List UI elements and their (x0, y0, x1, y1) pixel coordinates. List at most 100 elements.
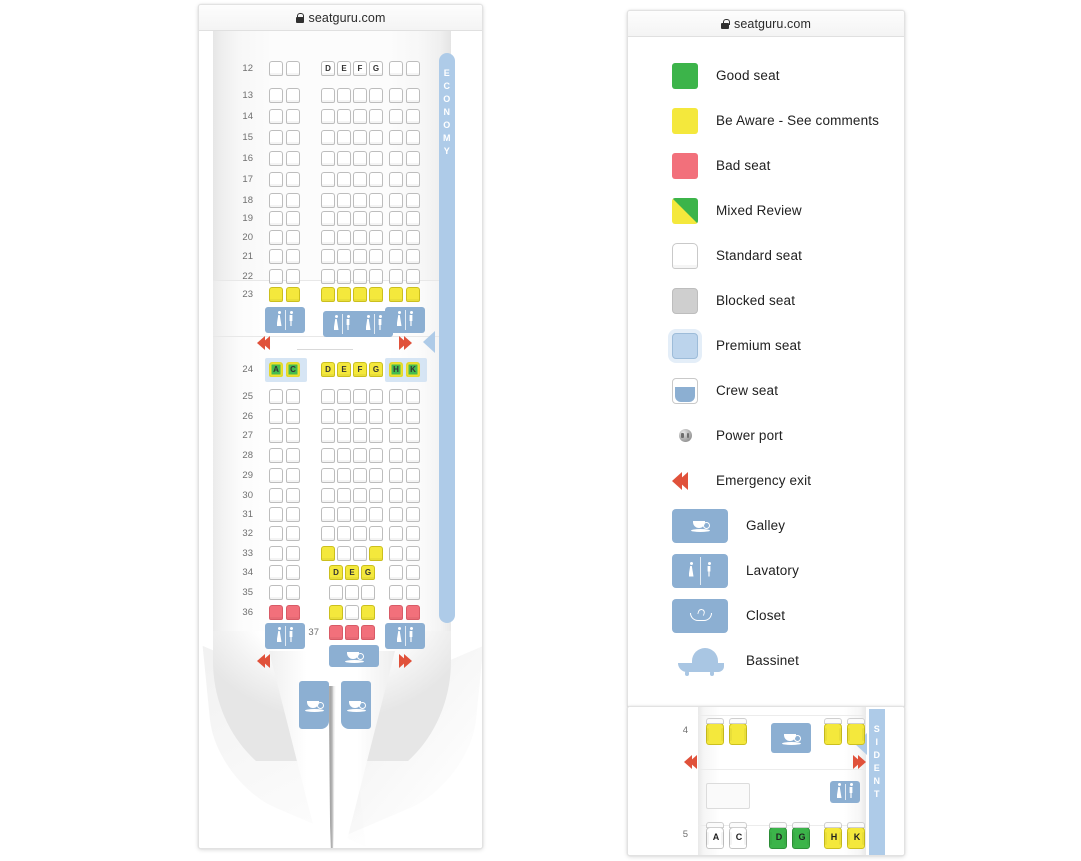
seat-24-center-1[interactable]: E (337, 362, 351, 377)
seat-35-H[interactable] (389, 585, 403, 600)
seat-22-center-0[interactable] (321, 269, 335, 284)
seat-37-0[interactable] (329, 625, 343, 640)
seat-28-center-1[interactable] (337, 448, 351, 463)
seat-24-A[interactable]: A (269, 362, 283, 377)
seat-37-2[interactable] (361, 625, 375, 640)
seat-27-center-0[interactable] (321, 428, 335, 443)
seat-29-A[interactable] (269, 468, 283, 483)
minimap-seat-4K[interactable] (847, 718, 865, 745)
minimap-canvas[interactable]: SIDENT 45ACDGHK (628, 707, 904, 855)
seat-28-center-2[interactable] (353, 448, 367, 463)
seat-18-center-2[interactable] (353, 193, 367, 208)
seat-12-C[interactable] (286, 61, 300, 76)
seat-25-center-1[interactable] (337, 389, 351, 404)
seat-12-K[interactable] (406, 61, 420, 76)
seat-12-H[interactable] (389, 61, 403, 76)
seat-25-K[interactable] (406, 389, 420, 404)
seat-27-H[interactable] (389, 428, 403, 443)
seat-19-center-0[interactable] (321, 211, 335, 226)
seat-32-center-1[interactable] (337, 526, 351, 541)
seat-12-center-2[interactable]: F (353, 61, 367, 76)
seat-26-K[interactable] (406, 409, 420, 424)
seat-26-center-2[interactable] (353, 409, 367, 424)
seat-17-K[interactable] (406, 172, 420, 187)
seat-32-C[interactable] (286, 526, 300, 541)
seat-30-center-0[interactable] (321, 488, 335, 503)
seat-15-center-2[interactable] (353, 130, 367, 145)
seat-22-H[interactable] (389, 269, 403, 284)
seat-17-center-3[interactable] (369, 172, 383, 187)
seat-26-A[interactable] (269, 409, 283, 424)
address-bar[interactable]: seatguru.com (628, 11, 904, 37)
seat-34-C[interactable] (286, 565, 300, 580)
seat-32-center-2[interactable] (353, 526, 367, 541)
seat-19-A[interactable] (269, 211, 283, 226)
seat-14-center-3[interactable] (369, 109, 383, 124)
seat-36-center-1[interactable] (345, 605, 359, 620)
seat-21-C[interactable] (286, 249, 300, 264)
address-bar[interactable]: seatguru.com (199, 5, 482, 31)
seat-31-center-0[interactable] (321, 507, 335, 522)
seat-19-H[interactable] (389, 211, 403, 226)
seat-30-H[interactable] (389, 488, 403, 503)
seat-23-C[interactable] (286, 287, 300, 302)
seat-17-A[interactable] (269, 172, 283, 187)
seat-29-C[interactable] (286, 468, 300, 483)
seat-27-center-1[interactable] (337, 428, 351, 443)
seat-14-center-1[interactable] (337, 109, 351, 124)
seat-22-K[interactable] (406, 269, 420, 284)
minimap-seat-5H[interactable]: H (824, 822, 842, 849)
seat-34-center-1[interactable]: E (345, 565, 359, 580)
seat-34-K[interactable] (406, 565, 420, 580)
minimap-seat-5A[interactable]: A (706, 822, 724, 849)
seat-35-C[interactable] (286, 585, 300, 600)
seat-33-center-0[interactable] (321, 546, 335, 561)
minimap-seat-5D[interactable]: D (769, 822, 787, 849)
seat-13-center-3[interactable] (369, 88, 383, 103)
seat-25-center-3[interactable] (369, 389, 383, 404)
seat-14-center-2[interactable] (353, 109, 367, 124)
seat-35-center-2[interactable] (361, 585, 375, 600)
seat-19-K[interactable] (406, 211, 420, 226)
seat-30-A[interactable] (269, 488, 283, 503)
seat-16-center-0[interactable] (321, 151, 335, 166)
seat-29-center-1[interactable] (337, 468, 351, 483)
seat-28-A[interactable] (269, 448, 283, 463)
seat-24-center-3[interactable]: G (369, 362, 383, 377)
seat-26-C[interactable] (286, 409, 300, 424)
seat-30-center-3[interactable] (369, 488, 383, 503)
seat-28-H[interactable] (389, 448, 403, 463)
seat-23-center-2[interactable] (353, 287, 367, 302)
seat-27-A[interactable] (269, 428, 283, 443)
seat-16-center-2[interactable] (353, 151, 367, 166)
seat-20-K[interactable] (406, 230, 420, 245)
seat-18-K[interactable] (406, 193, 420, 208)
seat-32-K[interactable] (406, 526, 420, 541)
seat-14-center-0[interactable] (321, 109, 335, 124)
seat-31-center-1[interactable] (337, 507, 351, 522)
seat-30-K[interactable] (406, 488, 420, 503)
seat-25-A[interactable] (269, 389, 283, 404)
seat-35-center-0[interactable] (329, 585, 343, 600)
seat-17-center-0[interactable] (321, 172, 335, 187)
seat-24-C[interactable]: C (286, 362, 300, 377)
seat-22-center-1[interactable] (337, 269, 351, 284)
seat-25-center-2[interactable] (353, 389, 367, 404)
seat-23-center-0[interactable] (321, 287, 335, 302)
minimap-seat-4A[interactable] (706, 718, 724, 745)
seat-13-C[interactable] (286, 88, 300, 103)
seat-20-C[interactable] (286, 230, 300, 245)
seat-30-C[interactable] (286, 488, 300, 503)
seat-29-center-0[interactable] (321, 468, 335, 483)
seat-14-C[interactable] (286, 109, 300, 124)
seat-30-center-2[interactable] (353, 488, 367, 503)
seat-15-center-0[interactable] (321, 130, 335, 145)
seat-17-center-2[interactable] (353, 172, 367, 187)
seat-15-K[interactable] (406, 130, 420, 145)
seat-32-center-3[interactable] (369, 526, 383, 541)
seat-15-H[interactable] (389, 130, 403, 145)
seat-26-center-1[interactable] (337, 409, 351, 424)
seat-25-center-0[interactable] (321, 389, 335, 404)
seat-21-center-1[interactable] (337, 249, 351, 264)
minimap-seat-5K[interactable]: K (847, 822, 865, 849)
